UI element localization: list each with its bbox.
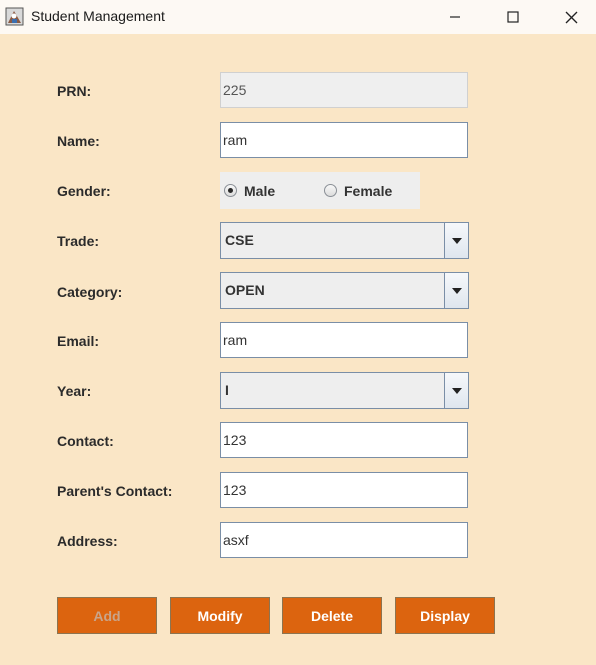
email-label: Email: — [57, 333, 100, 349]
prn-field[interactable]: 225 — [220, 72, 468, 108]
chevron-down-icon — [451, 237, 462, 244]
chevron-down-icon — [451, 287, 462, 294]
modify-button[interactable]: Modify — [170, 597, 270, 634]
category-dropdown[interactable]: OPEN — [220, 272, 469, 309]
minimize-button[interactable] — [426, 0, 484, 34]
name-field[interactable]: ram — [220, 122, 468, 158]
window-title: Student Management — [31, 8, 165, 24]
year-dropdown[interactable]: I — [220, 372, 469, 409]
gender-label: Gender: — [57, 183, 111, 199]
radio-unselected-icon — [324, 184, 337, 197]
prn-label: PRN: — [57, 83, 92, 99]
dropdown-arrow-button[interactable] — [444, 373, 468, 408]
student-management-window: Student Management PRN: 225 Name: ram Ge… — [0, 0, 596, 665]
gender-radio-group: Male Female — [220, 172, 420, 209]
year-label: Year: — [57, 383, 92, 399]
close-icon — [565, 11, 577, 23]
category-selected-value: OPEN — [225, 282, 265, 298]
chevron-down-icon — [451, 387, 462, 394]
title-bar: Student Management — [0, 0, 596, 34]
contact-label: Contact: — [57, 433, 114, 449]
trade-label: Trade: — [57, 233, 100, 249]
radio-selected-icon — [224, 184, 237, 197]
add-button[interactable]: Add — [57, 597, 157, 634]
maximize-icon — [507, 11, 519, 23]
gender-radio-male[interactable]: Male — [224, 172, 275, 209]
trade-selected-value: CSE — [225, 232, 254, 248]
category-label: Category: — [57, 284, 123, 300]
email-field[interactable]: ram — [220, 322, 468, 358]
address-label: Address: — [57, 533, 118, 549]
dropdown-arrow-button[interactable] — [444, 223, 468, 258]
address-field[interactable]: asxf — [220, 522, 468, 558]
parents-contact-field[interactable]: 123 — [220, 472, 468, 508]
display-button[interactable]: Display — [395, 597, 495, 634]
minimize-icon — [450, 16, 460, 18]
year-selected-value: I — [225, 382, 229, 398]
parents-contact-label: Parent's Contact: — [57, 483, 173, 499]
trade-dropdown[interactable]: CSE — [220, 222, 469, 259]
gender-radio-female[interactable]: Female — [324, 172, 392, 209]
dropdown-arrow-button[interactable] — [444, 273, 468, 308]
gender-male-label: Male — [244, 182, 276, 199]
gender-female-label: Female — [344, 182, 393, 199]
delete-button[interactable]: Delete — [282, 597, 382, 634]
contact-field[interactable]: 123 — [220, 422, 468, 458]
maximize-button[interactable] — [484, 0, 542, 34]
close-button[interactable] — [542, 0, 596, 34]
app-icon — [5, 7, 24, 26]
name-label: Name: — [57, 133, 100, 149]
